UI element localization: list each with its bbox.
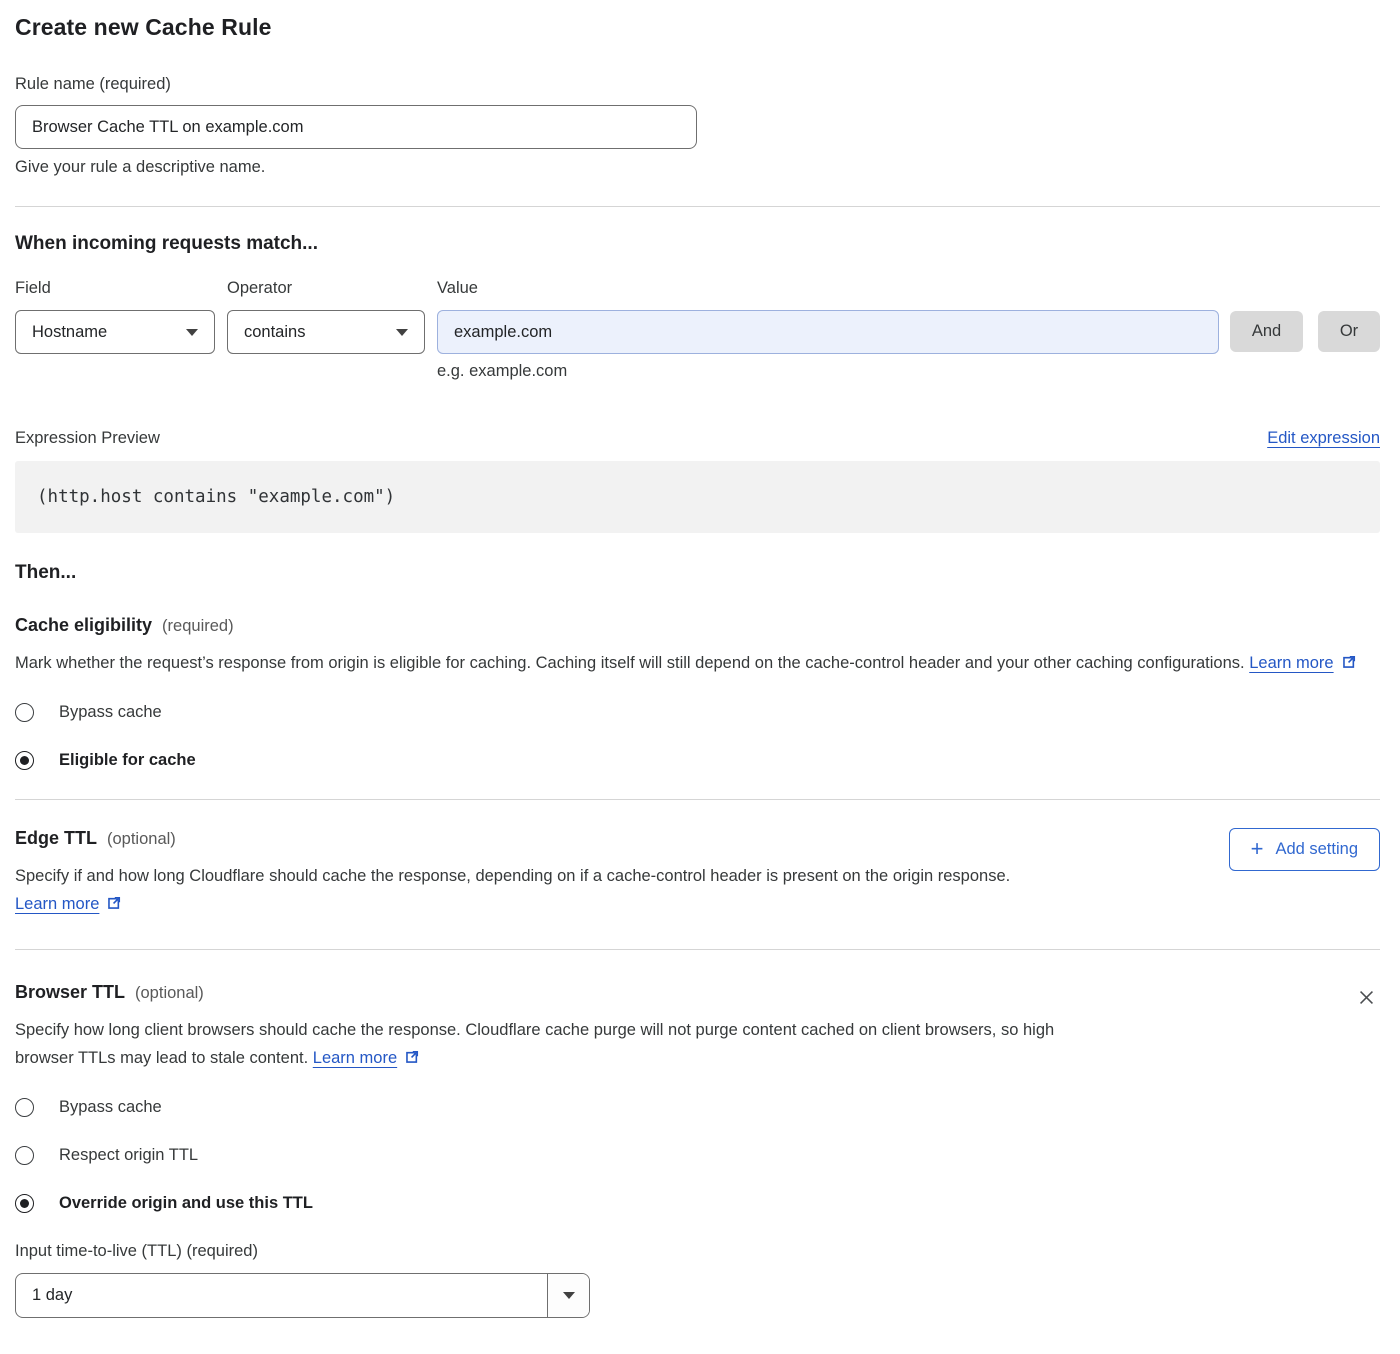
chevron-down-icon <box>396 329 408 336</box>
rule-name-input[interactable] <box>15 105 697 149</box>
or-button[interactable]: Or <box>1318 311 1380 352</box>
condition-row: Field Hostname Operator contains Value A… <box>15 279 1380 354</box>
add-setting-label: Add setting <box>1275 840 1358 859</box>
radio-label: Respect origin TTL <box>59 1146 198 1165</box>
radio-label: Bypass cache <box>59 703 162 722</box>
cache-eligibility-heading: Cache eligibility <box>15 615 152 636</box>
optional-tag: (optional) <box>107 830 176 849</box>
plus-icon: + <box>1251 838 1264 860</box>
operator-select-value: contains <box>244 323 305 342</box>
expression-code: (http.host contains "example.com") <box>37 487 395 507</box>
rule-name-label: Rule name (required) <box>15 75 1380 94</box>
radio-label: Bypass cache <box>59 1098 162 1117</box>
required-tag: (required) <box>162 617 234 636</box>
field-select-value: Hostname <box>32 323 107 342</box>
expression-code-block: (http.host contains "example.com") <box>15 461 1380 533</box>
create-cache-rule-page: Create new Cache Rule Rule name (require… <box>0 0 1400 1318</box>
field-select[interactable]: Hostname <box>15 310 215 354</box>
external-link-icon <box>404 1049 420 1065</box>
close-icon <box>1357 988 1376 1007</box>
edge-ttl-description: Specify if and how long Cloudflare shoul… <box>15 862 1115 918</box>
radio-bypass-cache[interactable]: Bypass cache <box>15 1098 1380 1117</box>
radio-label: Override origin and use this TTL <box>59 1194 313 1213</box>
divider <box>15 206 1380 207</box>
and-button[interactable]: And <box>1230 311 1303 352</box>
cache-eligibility-description-text: Mark whether the request’s response from… <box>15 654 1245 672</box>
radio-respect-origin-ttl[interactable]: Respect origin TTL <box>15 1146 1380 1165</box>
browser-ttl-description: Specify how long client browsers should … <box>15 1016 1110 1072</box>
radio-bypass-cache[interactable]: Bypass cache <box>15 703 1380 722</box>
value-helper: e.g. example.com <box>437 362 1380 381</box>
value-input[interactable] <box>437 310 1219 354</box>
page-title: Create new Cache Rule <box>15 12 1380 42</box>
external-link-icon <box>106 895 122 911</box>
edge-ttl-learn-more-link[interactable]: Learn more <box>15 895 99 913</box>
radio-eligible-for-cache[interactable]: Eligible for cache <box>15 751 1380 770</box>
radio-selected-icon <box>15 1194 34 1213</box>
browser-ttl-heading: Browser TTL <box>15 982 125 1003</box>
browser-ttl-learn-more-link[interactable]: Learn more <box>313 1049 397 1067</box>
external-link-icon <box>1341 654 1357 670</box>
divider <box>15 799 1380 800</box>
ttl-select[interactable]: 1 day <box>15 1273 590 1318</box>
browser-ttl-radio-group: Bypass cache Respect origin TTL Override… <box>15 1098 1380 1213</box>
radio-override-origin-ttl[interactable]: Override origin and use this TTL <box>15 1194 1380 1213</box>
chevron-down-icon <box>563 1292 575 1299</box>
radio-icon <box>15 1146 34 1165</box>
add-setting-button[interactable]: + Add setting <box>1229 828 1380 871</box>
value-label: Value <box>437 279 1219 298</box>
browser-ttl-description-text: Specify how long client browsers should … <box>15 1021 1054 1067</box>
cache-eligibility-learn-more-link[interactable]: Learn more <box>1249 654 1333 672</box>
expression-preview-label: Expression Preview <box>15 429 160 448</box>
edit-expression-link[interactable]: Edit expression <box>1267 429 1380 448</box>
then-heading: Then... <box>15 562 1380 584</box>
optional-tag: (optional) <box>135 984 204 1003</box>
edge-ttl-heading: Edge TTL <box>15 828 97 849</box>
ttl-input-label: Input time-to-live (TTL) (required) <box>15 1242 1380 1261</box>
field-label: Field <box>15 279 215 298</box>
radio-label: Eligible for cache <box>59 751 196 770</box>
divider <box>15 949 1380 950</box>
chevron-down-icon <box>186 329 198 336</box>
match-section-heading: When incoming requests match... <box>15 233 1380 255</box>
rule-name-helper: Give your rule a descriptive name. <box>15 158 1380 177</box>
radio-selected-icon <box>15 751 34 770</box>
ttl-select-caret-segment <box>547 1274 589 1317</box>
operator-select[interactable]: contains <box>227 310 425 354</box>
radio-icon <box>15 703 34 722</box>
operator-label: Operator <box>227 279 425 298</box>
remove-browser-ttl-button[interactable] <box>1353 984 1380 1014</box>
ttl-select-value: 1 day <box>16 1274 547 1317</box>
radio-icon <box>15 1098 34 1117</box>
cache-eligibility-radio-group: Bypass cache Eligible for cache <box>15 703 1380 770</box>
cache-eligibility-description: Mark whether the request’s response from… <box>15 649 1380 677</box>
edge-ttl-description-text: Specify if and how long Cloudflare shoul… <box>15 867 1010 885</box>
